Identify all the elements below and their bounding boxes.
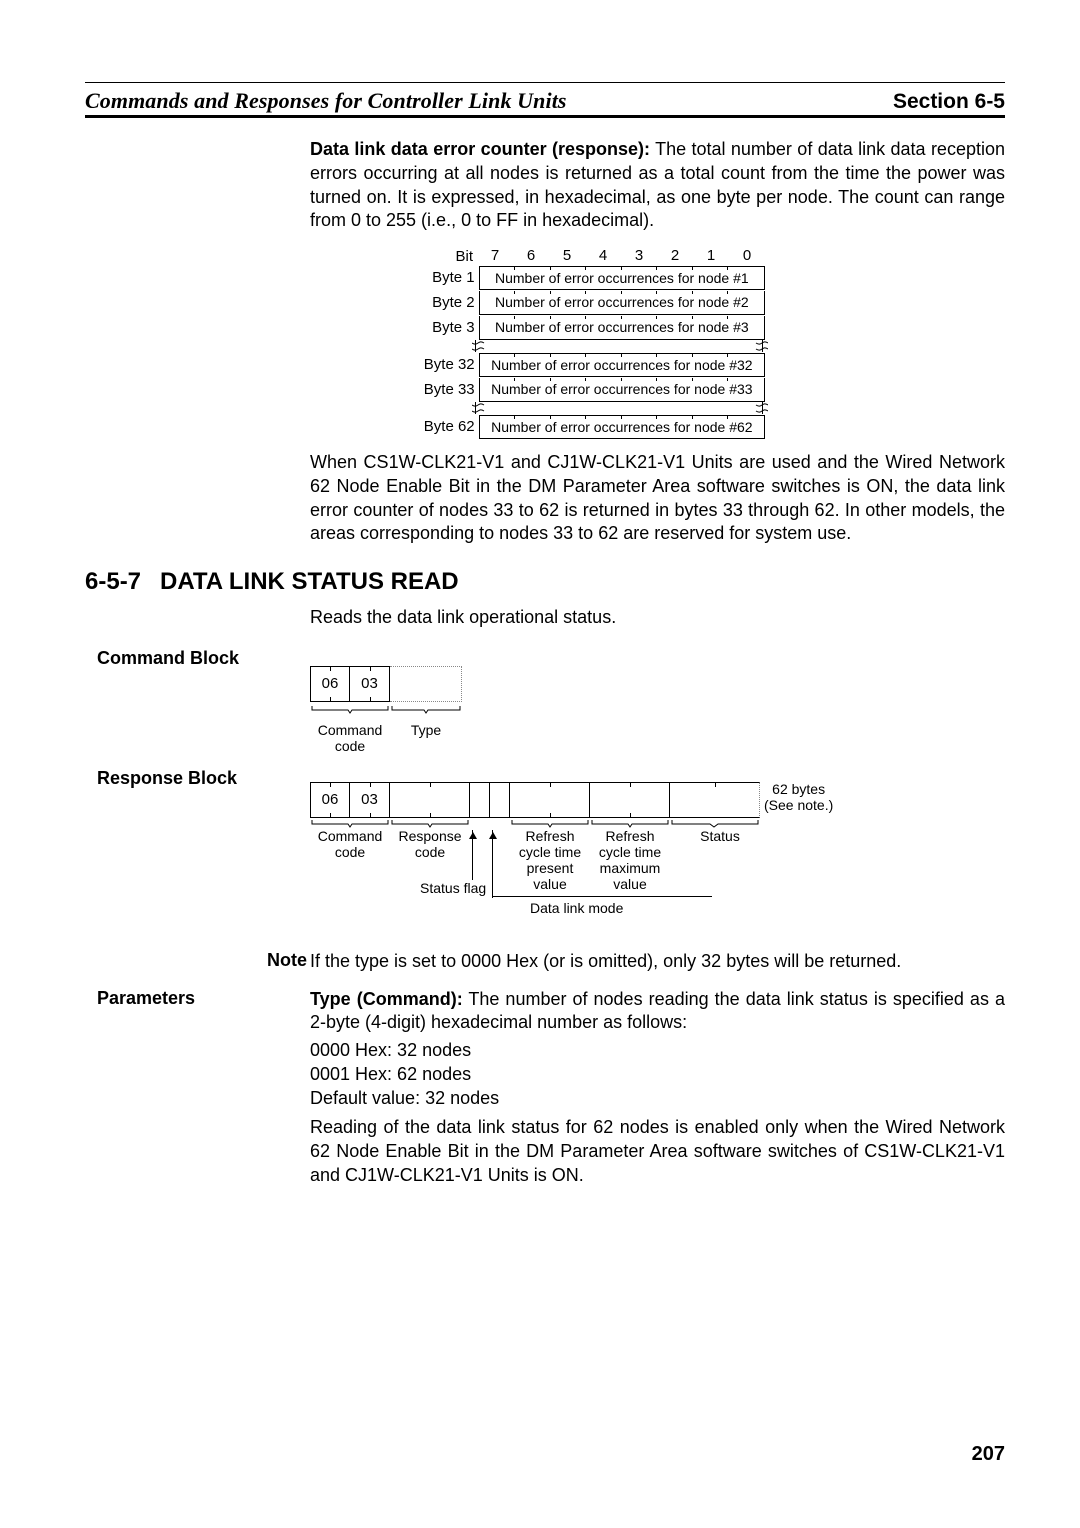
resp-cell-refresh-present [510, 782, 590, 818]
note-label: Note [267, 950, 307, 971]
resp-cell-status-flag [470, 782, 490, 818]
byte-table: Bit 7 6 5 4 3 2 1 0 Byte 1 Number of erro… [415, 247, 765, 439]
para-reads-status: Reads the data link operational status. [310, 606, 1005, 630]
arrow-up-icon [469, 832, 477, 839]
byte-text: Number of error occurrences for node #1 [495, 270, 749, 286]
bit-0: 0 [729, 247, 765, 265]
resp-cell-data-link-mode [490, 782, 510, 818]
resp-cell-refresh-max [590, 782, 670, 818]
param-type-bold: Type (Command): [310, 989, 463, 1009]
note-text: If the type is set to 0000 Hex (or is om… [310, 950, 1005, 974]
resp-label-refresh-max: Refresh cycle time maximum value [590, 828, 670, 892]
byte-text: Number of error occurrences for node #32 [491, 357, 752, 373]
byte-box: Number of error occurrences for node #33 [479, 378, 765, 402]
resp-label-data-link-mode: Data link mode [530, 900, 623, 916]
byte-gap [475, 340, 763, 352]
byte-box: Number of error occurrences for node #2 [479, 291, 765, 315]
header-rule-thick [85, 115, 1005, 118]
resp-cell-06: 06 [310, 782, 350, 818]
byte-box: Number of error occurrences for node #32 [479, 353, 765, 377]
cmd-cell-type [390, 666, 462, 702]
cmd-label-code: Command code [310, 722, 390, 754]
resp-cell-status [670, 782, 760, 818]
param-para-2: Reading of the data link status for 62 n… [310, 1116, 1005, 1187]
header-left: Commands and Responses for Controller Li… [85, 88, 567, 114]
byte-box: Number of error occurrences for node #1 [479, 266, 765, 290]
resp-note-62bytes: 62 bytes (See note.) [760, 781, 833, 813]
page-header: Commands and Responses for Controller Li… [85, 88, 1005, 114]
byte-text: Number of error occurrences for node #33 [491, 381, 752, 397]
byte-label: Byte 1 [415, 269, 479, 286]
bit-7: 7 [477, 247, 513, 265]
resp-label-code: Command code [310, 828, 390, 860]
side-label-response-block: Response Block [97, 768, 237, 789]
param-line-2: 0001 Hex: 62 nodes [310, 1063, 1005, 1087]
resp-label-status-flag: Status flag [420, 880, 486, 896]
cmd-label-type: Type [390, 722, 462, 754]
byte-text: Number of error occurrences for node #62 [491, 419, 752, 435]
page-number: 207 [972, 1443, 1005, 1466]
byte-label: Byte 33 [415, 381, 479, 398]
para-error-counter: Data link data error counter (response):… [310, 138, 1005, 233]
para-error-counter-bold: Data link data error counter (response): [310, 139, 650, 159]
side-label-command-block: Command Block [97, 648, 239, 669]
cmd-cell-06: 06 [310, 666, 350, 702]
arrow-up-icon [489, 832, 497, 839]
param-type-para: Type (Command): The number of nodes read… [310, 988, 1005, 1036]
resp-label-response: Response code [390, 828, 470, 860]
byte-label: Byte 32 [415, 356, 479, 373]
bit-5: 5 [549, 247, 585, 265]
cmd-cell-03: 03 [350, 666, 390, 702]
bit-1: 1 [693, 247, 729, 265]
byte-label: Byte 3 [415, 319, 479, 336]
header-right: Section 6-5 [893, 90, 1005, 114]
resp-label-status: Status [680, 828, 760, 844]
response-block-diagram: 06 03 62 bytes (See note.) [310, 768, 1005, 828]
section-title: DATA LINK STATUS READ [160, 568, 1005, 596]
section-number: 6-5-7 [85, 568, 141, 596]
byte-label: Byte 2 [415, 294, 479, 311]
resp-cell-response-code [390, 782, 470, 818]
byte-label: Byte 62 [415, 418, 479, 435]
bit-3: 3 [621, 247, 657, 265]
para-wired-network: When CS1W-CLK21-V1 and CJ1W-CLK21-V1 Uni… [310, 451, 1005, 546]
side-label-parameters: Parameters [97, 988, 195, 1009]
resp-label-refresh-present: Refresh cycle time present value [510, 828, 590, 892]
resp-cell-03: 03 [350, 782, 390, 818]
command-block-diagram: 06 03 Command code Type [310, 648, 1005, 754]
param-line-1: 0000 Hex: 32 nodes [310, 1039, 1005, 1063]
byte-text: Number of error occurrences for node #3 [495, 319, 749, 335]
bit-2: 2 [657, 247, 693, 265]
byte-gap [475, 402, 763, 414]
byte-box: Number of error occurrences for node #62 [479, 415, 765, 439]
bit-6: 6 [513, 247, 549, 265]
byte-box: Number of error occurrences for node #3 [479, 316, 765, 340]
bit-4: 4 [585, 247, 621, 265]
param-line-3: Default value: 32 nodes [310, 1087, 1005, 1111]
header-rule-thin [85, 82, 1005, 83]
byte-text: Number of error occurrences for node #2 [495, 294, 749, 310]
bit-label: Bit [415, 248, 477, 265]
